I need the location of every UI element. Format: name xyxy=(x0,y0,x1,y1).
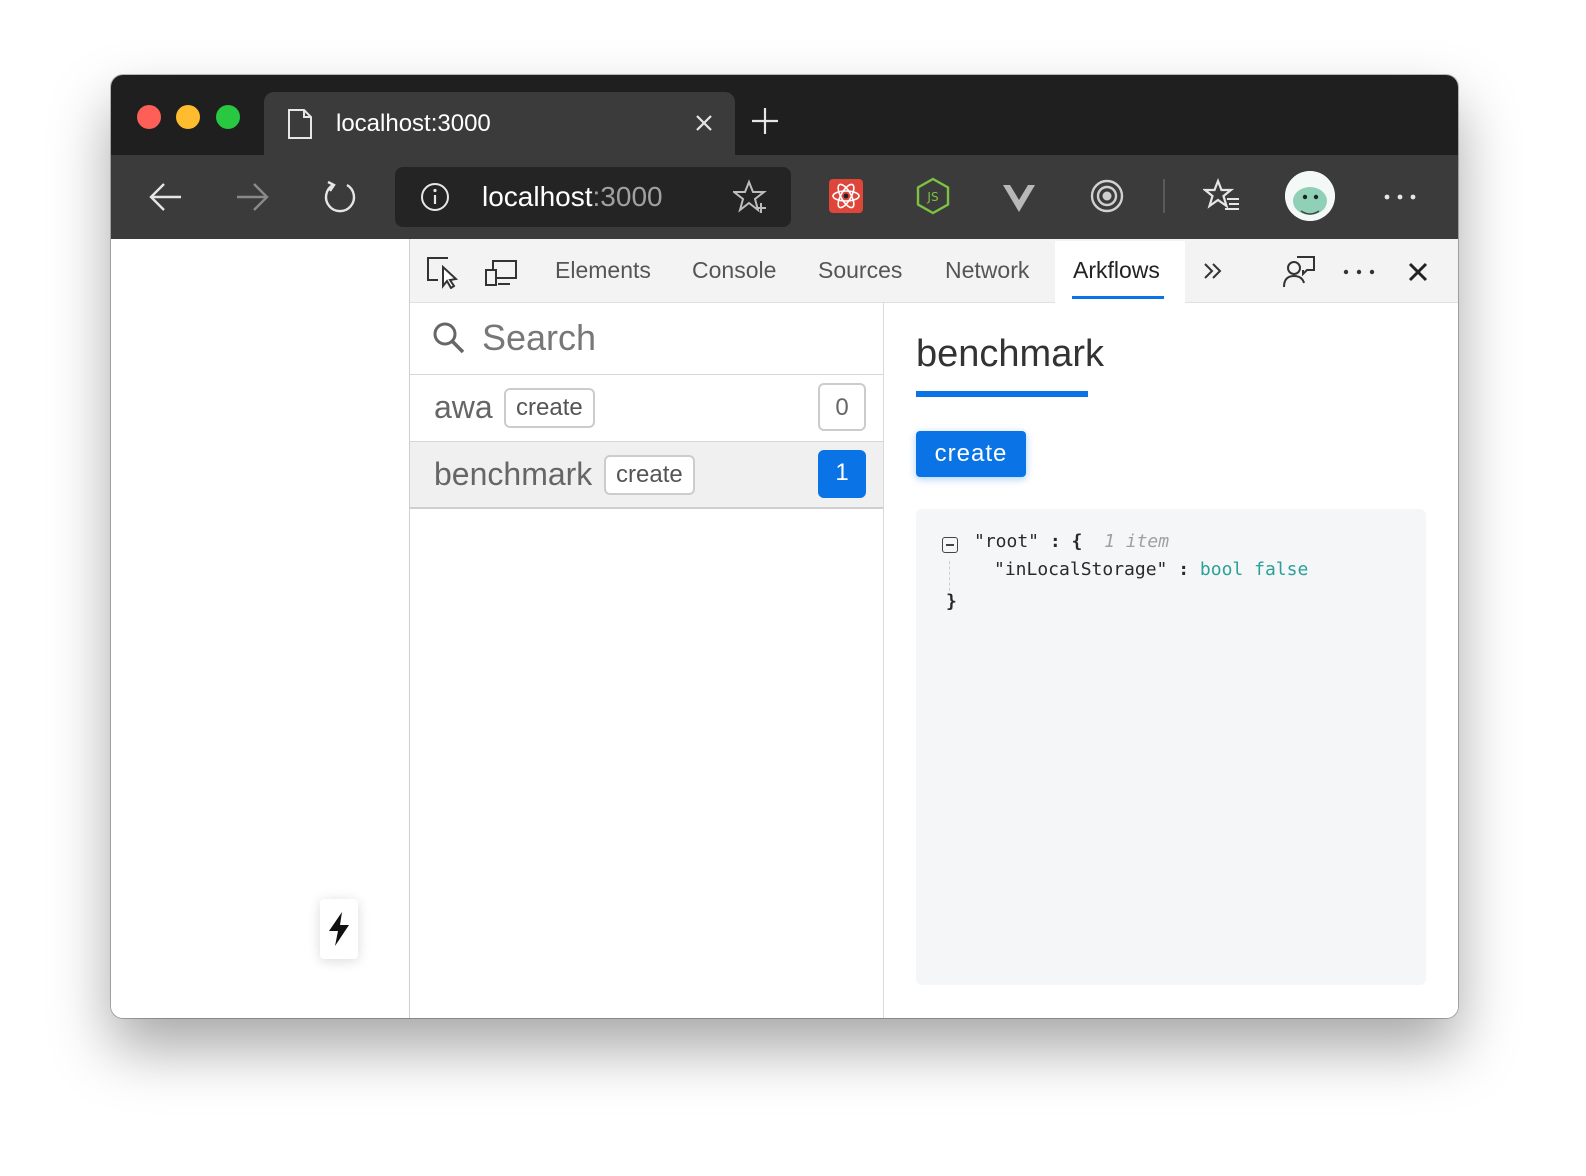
flow-count-badge: 1 xyxy=(818,450,866,498)
json-close-brace: } xyxy=(946,591,957,612)
device-emulation-icon[interactable] xyxy=(484,259,518,287)
tab-network[interactable]: Network xyxy=(945,257,1029,284)
tab-strip: localhost:3000 xyxy=(111,75,1458,155)
record-extension-icon[interactable] xyxy=(1089,178,1125,214)
toolbar-separator xyxy=(1163,179,1165,213)
tab-sources[interactable]: Sources xyxy=(818,257,902,284)
refresh-icon[interactable] xyxy=(321,177,359,217)
react-devtools-extension-icon[interactable] xyxy=(829,179,863,213)
nodejs-extension-icon[interactable]: JS xyxy=(915,177,951,215)
flow-count-badge: 0 xyxy=(818,383,866,431)
more-menu-icon[interactable] xyxy=(1383,193,1417,201)
vue-devtools-extension-icon[interactable] xyxy=(1002,183,1036,213)
back-icon[interactable] xyxy=(147,179,185,215)
close-window-button[interactable] xyxy=(137,105,161,129)
create-button[interactable]: create xyxy=(916,431,1026,477)
minimize-window-button[interactable] xyxy=(176,105,200,129)
devtools-menu-icon[interactable] xyxy=(1342,268,1376,276)
json-field-key: "inLocalStorage" xyxy=(994,559,1168,580)
json-viewer: "root" : { 1 item "inLocalStorage" : boo… xyxy=(916,509,1426,985)
search-icon xyxy=(433,322,465,354)
close-devtools-icon[interactable] xyxy=(1407,261,1429,283)
devtools-tab-bar: Elements Console Sources Network Arkflow… xyxy=(410,239,1458,303)
search-box[interactable]: Search xyxy=(410,303,883,375)
page-icon xyxy=(288,109,312,139)
browser-toolbar: localhost:3000 JS xyxy=(111,155,1458,239)
svg-text:JS: JS xyxy=(926,190,938,204)
add-favorite-icon[interactable] xyxy=(733,179,769,215)
favorites-icon[interactable] xyxy=(1203,177,1241,215)
forward-icon[interactable] xyxy=(233,179,271,215)
tab-arkflows[interactable]: Arkflows xyxy=(1073,257,1160,284)
flow-name: awa xyxy=(434,389,493,425)
search-input[interactable]: Search xyxy=(482,317,596,359)
json-item-count: 1 item xyxy=(1104,531,1170,552)
browser-window: localhost:3000 localhost:3000 JS Element… xyxy=(111,75,1458,1018)
browser-tab[interactable]: localhost:3000 xyxy=(264,92,735,155)
json-field-value: false xyxy=(1254,559,1309,580)
flow-detail-pane: benchmark create "root" : { 1 item "inLo… xyxy=(884,303,1458,1018)
lightning-icon xyxy=(329,912,349,946)
tab-elements[interactable]: Elements xyxy=(555,257,651,284)
page-content xyxy=(111,239,409,1018)
json-open-brace: : { xyxy=(1049,531,1083,552)
feedback-icon[interactable] xyxy=(1282,255,1316,289)
maximize-window-button[interactable] xyxy=(216,105,240,129)
tab-title: localhost:3000 xyxy=(336,110,491,137)
address-bar[interactable]: localhost:3000 xyxy=(395,167,791,227)
json-field-separator: : xyxy=(1178,559,1190,580)
flow-row-awa[interactable]: awa create 0 xyxy=(410,375,883,442)
flow-name: benchmark xyxy=(434,456,593,492)
flow-row-benchmark[interactable]: benchmark create 1 xyxy=(410,442,883,509)
avatar-image xyxy=(1285,171,1335,221)
devtools-panel: Elements Console Sources Network Arkflow… xyxy=(409,239,1458,1018)
inspect-element-icon[interactable] xyxy=(426,255,458,289)
detail-title: benchmark xyxy=(916,333,1104,375)
json-indent-guide xyxy=(949,561,950,591)
tab-console[interactable]: Console xyxy=(692,257,776,284)
flow-action-badge: create xyxy=(604,455,695,495)
address-port: :3000 xyxy=(592,181,663,212)
json-field-line: "inLocalStorage" : bool false xyxy=(994,559,1308,580)
address-host: localhost xyxy=(482,181,593,212)
address-text[interactable]: localhost:3000 xyxy=(482,181,663,213)
json-field-type: bool xyxy=(1199,559,1244,580)
info-icon[interactable] xyxy=(419,181,451,213)
flow-list-pane: Search awa create 0 benchmark create 1 xyxy=(410,303,884,1018)
active-tab-indicator xyxy=(1072,296,1164,299)
flow-action-badge: create xyxy=(504,388,595,428)
flash-button[interactable] xyxy=(320,899,358,959)
new-tab-icon[interactable] xyxy=(749,105,781,137)
close-tab-icon[interactable] xyxy=(690,109,718,137)
detail-title-underline xyxy=(916,391,1088,397)
more-tabs-chevron-icon[interactable] xyxy=(1202,261,1224,281)
collapse-toggle-icon[interactable] xyxy=(942,537,958,553)
profile-avatar[interactable] xyxy=(1285,171,1335,221)
json-root-key: "root" xyxy=(974,531,1040,552)
json-root-line: "root" : { 1 item xyxy=(974,531,1169,552)
